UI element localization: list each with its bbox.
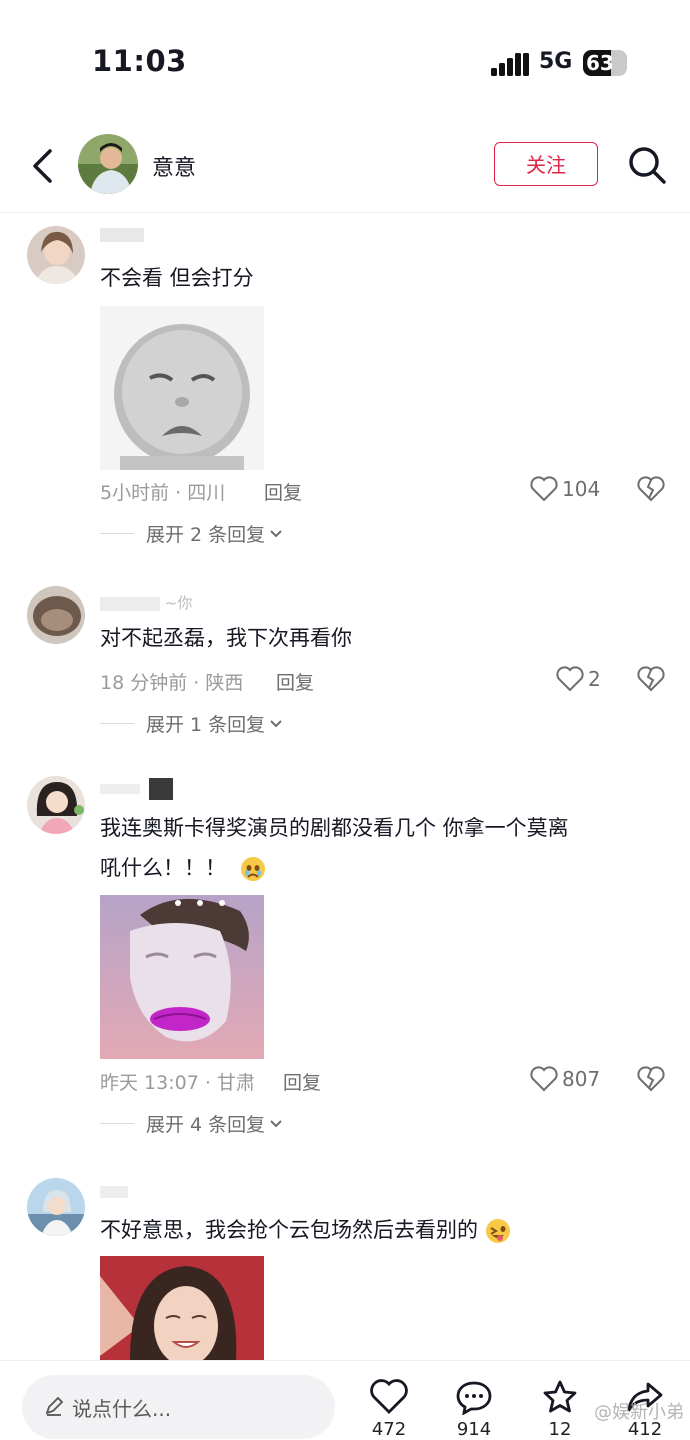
comment-text: 我连奥斯卡得奖演员的剧都没看几个 你拿一个莫离 吼什么！！！: [100, 808, 660, 888]
reply-button[interactable]: 回复: [264, 478, 302, 505]
commenter-name-fragment: ~你: [164, 594, 193, 612]
favorite-action-button[interactable]: 12: [535, 1379, 585, 1440]
signal-icon: [491, 53, 529, 76]
comment-input-bar: 说点什么... 472 914 12 412: [0, 1360, 690, 1440]
heart-icon: [556, 666, 584, 692]
commenter-avatar[interactable]: [27, 226, 85, 284]
heart-icon: [370, 1379, 408, 1414]
commenter-name-redacted: [100, 778, 173, 800]
expand-replies[interactable]: 展开 4 条回复: [100, 1110, 283, 1137]
heart-icon: [530, 1066, 558, 1092]
like-action-button[interactable]: 472: [364, 1379, 414, 1440]
back-arrow-icon[interactable]: [30, 148, 56, 184]
like-button[interactable]: 807: [530, 1064, 600, 1094]
battery-level: 63: [586, 51, 614, 75]
comment-sticker-image[interactable]: [100, 1256, 264, 1360]
follow-button[interactable]: 关注: [494, 142, 598, 186]
comment-input[interactable]: 说点什么...: [22, 1375, 335, 1439]
comment-text-line-2: 吼什么！！！: [100, 848, 660, 888]
commenter-name-redacted: ~你: [100, 592, 192, 613]
heart-icon: [530, 476, 558, 502]
comment-text-body: 不好意思，我会抢个云包场然后去看别的: [100, 1218, 478, 1242]
clock: 11:03: [92, 44, 187, 78]
crying-face-icon: [240, 857, 265, 881]
divider: [100, 723, 134, 724]
comment-text: 对不起丞磊，我下次再看你: [100, 626, 352, 650]
expand-replies[interactable]: 展开 2 条回复: [100, 520, 283, 547]
battery-icon: 63: [583, 50, 627, 76]
broken-heart-icon[interactable]: [637, 666, 665, 692]
like-count: 807: [562, 1067, 601, 1091]
like-count: 2: [588, 667, 601, 691]
chevron-down-icon: [270, 719, 282, 727]
broken-heart-icon[interactable]: [637, 1066, 665, 1092]
comment-meta: 18 分钟前 · 陕西: [100, 672, 244, 694]
like-button[interactable]: 104: [530, 474, 600, 504]
comment-sticker-image[interactable]: [100, 895, 264, 1059]
expand-replies-label: 展开 2 条回复: [146, 524, 266, 546]
like-button[interactable]: 2: [556, 664, 601, 694]
network-type: 5G: [539, 49, 573, 74]
star-icon: [543, 1380, 577, 1413]
commenter-name-redacted: [100, 228, 144, 246]
commenter-avatar[interactable]: [27, 1178, 85, 1236]
commenter-avatar[interactable]: [27, 586, 85, 644]
like-count: 104: [562, 477, 601, 501]
chevron-down-icon: [270, 529, 282, 537]
comment-action-button[interactable]: 914: [449, 1379, 499, 1440]
expand-replies[interactable]: 展开 1 条回复: [100, 710, 283, 737]
reply-button[interactable]: 回复: [283, 1068, 321, 1095]
divider: [100, 533, 134, 534]
author-name: 意意: [152, 156, 197, 181]
broken-heart-icon[interactable]: [637, 476, 665, 502]
comment-text-line: 我连奥斯卡得奖演员的剧都没看几个 你拿一个莫离: [100, 816, 569, 840]
search-icon[interactable]: [626, 144, 668, 186]
comment-text: 不好意思，我会抢个云包场然后去看别的: [100, 1210, 660, 1250]
reply-button[interactable]: 回复: [276, 668, 314, 695]
pencil-icon: [45, 1397, 64, 1416]
commenter-avatar[interactable]: [27, 776, 85, 834]
divider: [100, 1123, 134, 1124]
comment-bubble-icon: [456, 1381, 492, 1416]
chevron-down-icon: [270, 1119, 282, 1127]
expand-replies-label: 展开 4 条回复: [146, 1114, 266, 1136]
author-avatar[interactable]: [78, 134, 138, 194]
comment-text: 不会看 但会打分: [100, 266, 254, 290]
commenter-name-redacted: [100, 1184, 128, 1202]
comment-meta: 5小时前 · 四川: [100, 482, 226, 504]
top-nav: 意意 关注: [0, 120, 690, 213]
winking-tongue-face-icon: [486, 1219, 510, 1243]
expand-replies-label: 展开 1 条回复: [146, 714, 266, 736]
status-bar: 11:03 5G 63: [0, 0, 690, 110]
comment-sticker-image[interactable]: [100, 306, 264, 470]
comment-text-line: 吼什么！！！: [100, 856, 226, 880]
watermark: @娱新小弟: [594, 1402, 684, 1423]
comment-meta: 昨天 13:07 · 甘肃: [100, 1072, 255, 1094]
comment-input-placeholder: 说点什么...: [72, 1397, 172, 1421]
